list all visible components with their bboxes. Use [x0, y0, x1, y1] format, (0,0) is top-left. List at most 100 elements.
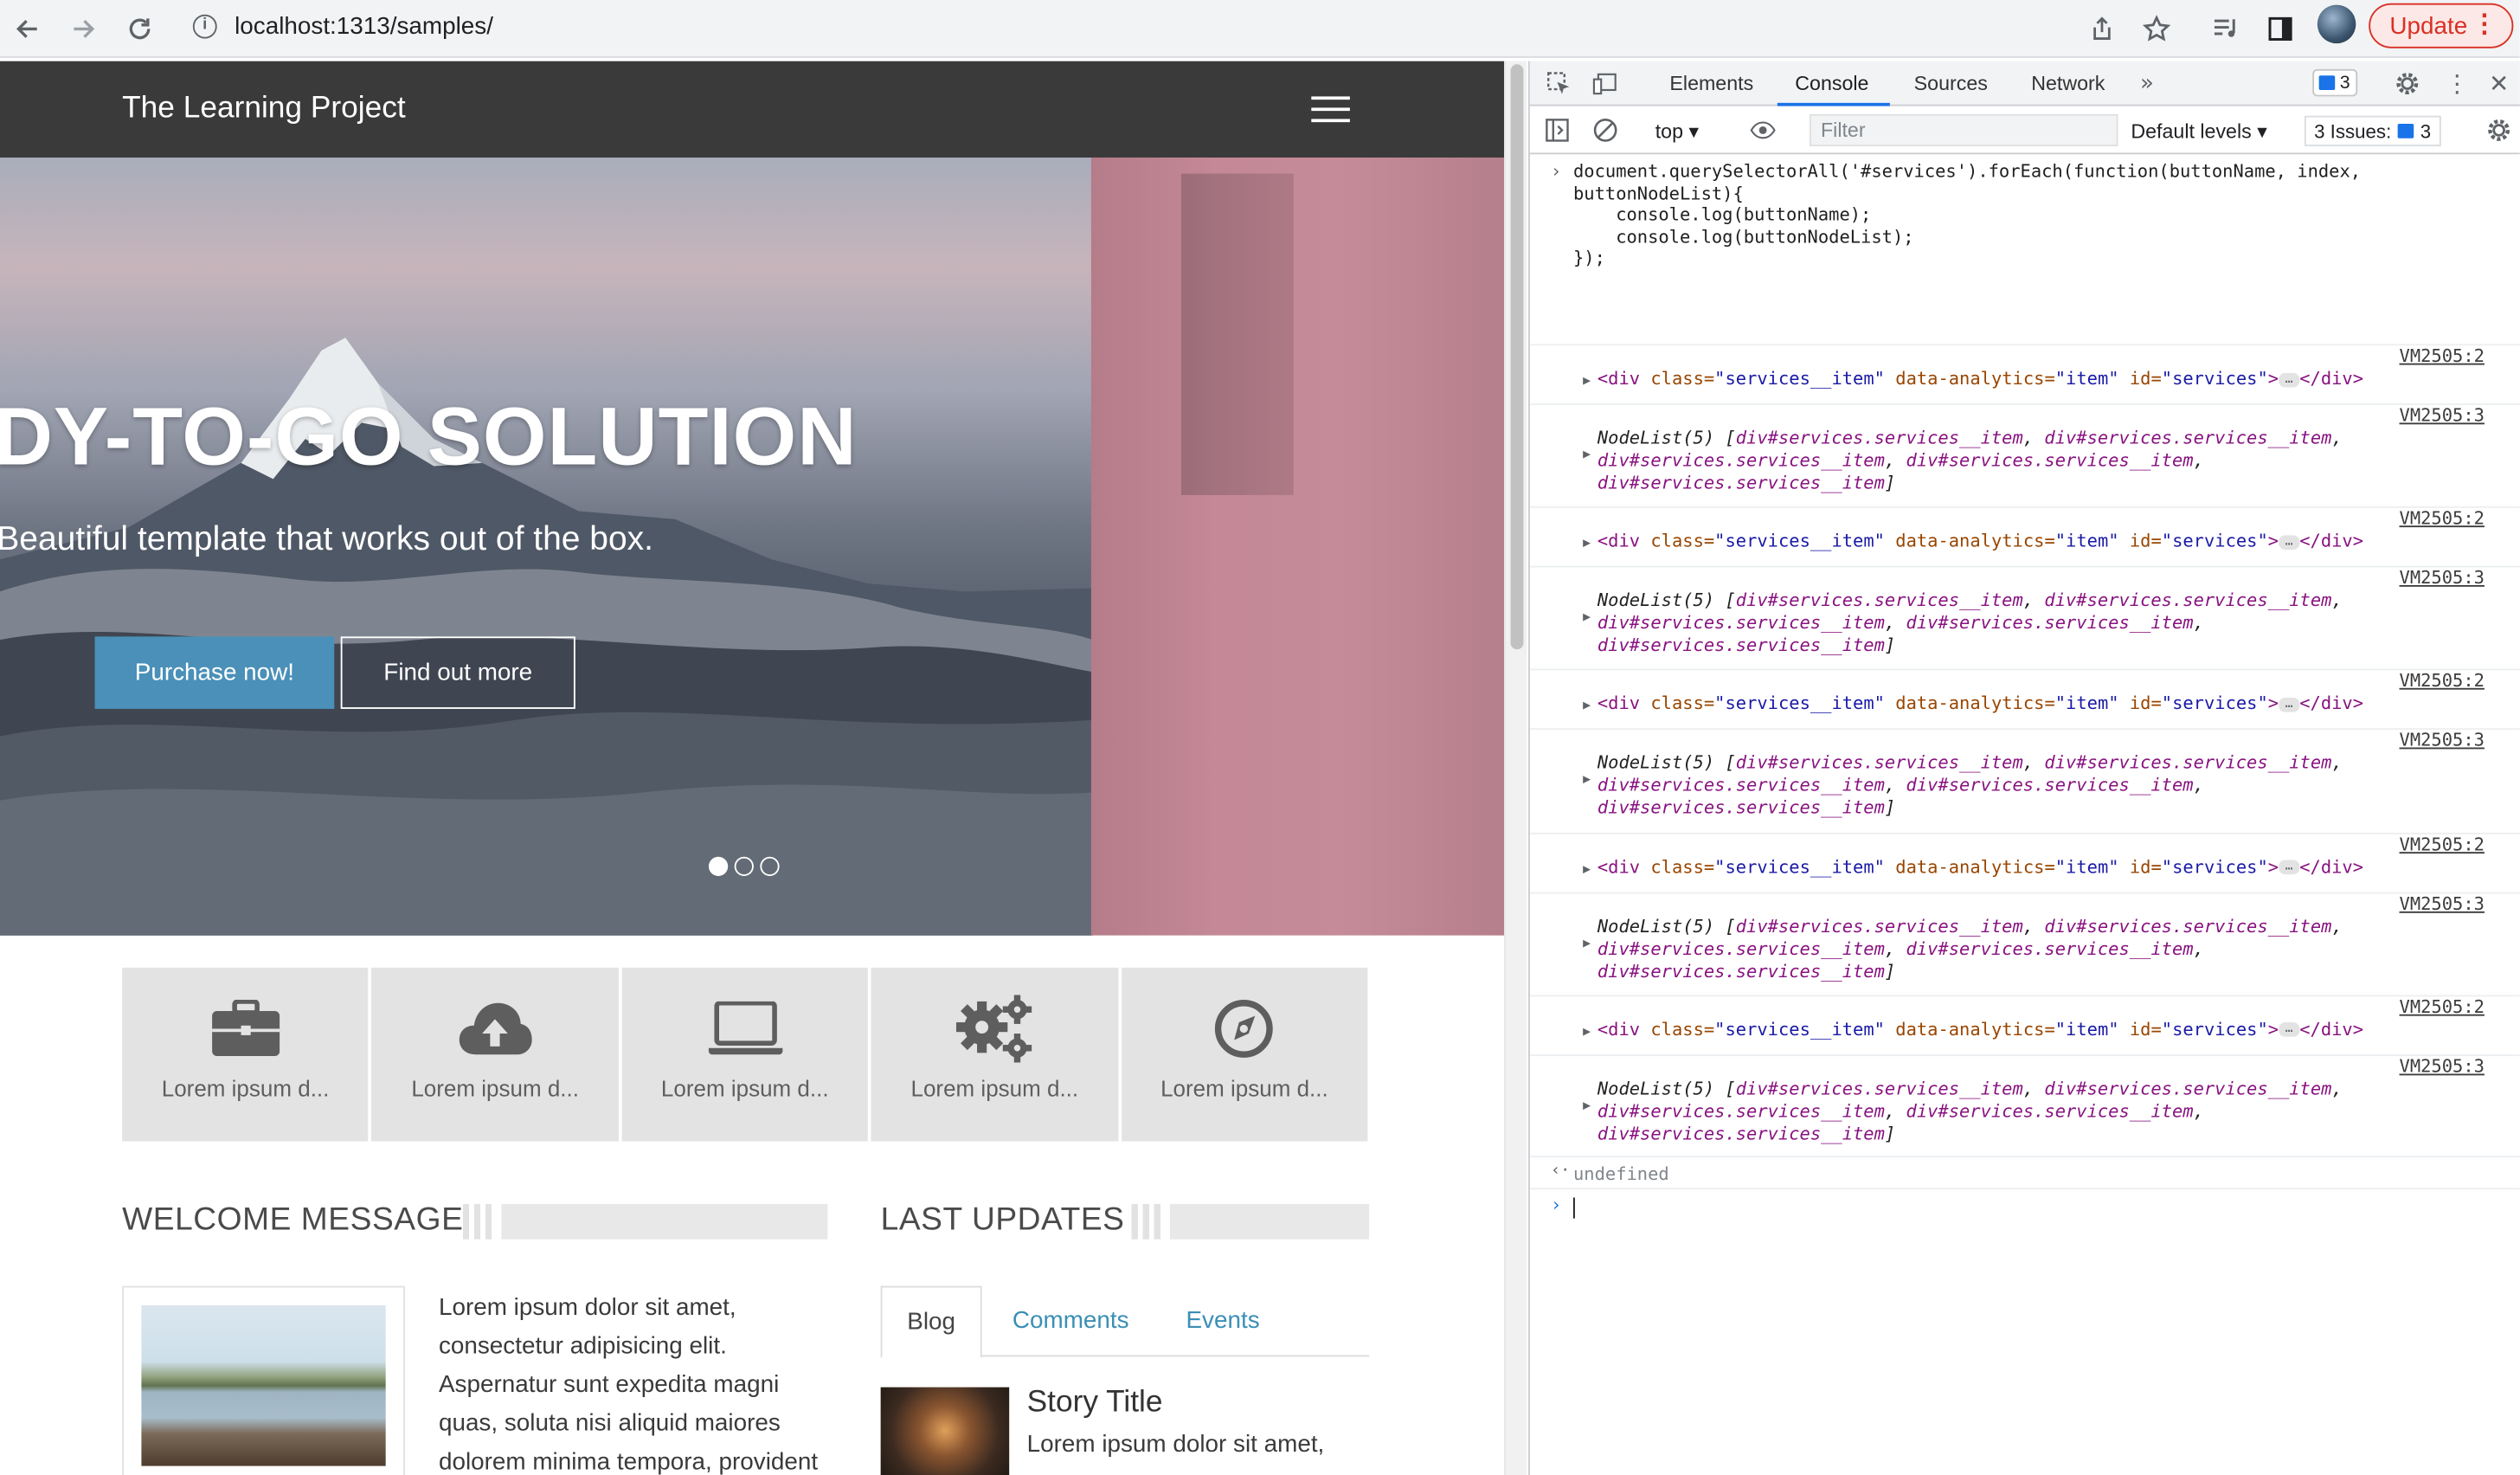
- nodelist-sep: ,: [2022, 427, 2045, 449]
- back-button[interactable]: [8, 10, 47, 48]
- collapsed-ellipsis-icon[interactable]: …: [2279, 371, 2300, 387]
- expand-triangle-icon[interactable]: ▶: [1583, 1098, 1591, 1112]
- more-vert-icon[interactable]: ⋮: [2444, 69, 2470, 98]
- messages-badge[interactable]: 3: [2312, 68, 2358, 97]
- logged-element[interactable]: <div class="services__item" data-analyti…: [1598, 693, 2363, 714]
- context-selector[interactable]: top ▾: [1655, 119, 1699, 143]
- logged-nodelist[interactable]: NodeList(5) [div#services.services__item…: [1598, 753, 2353, 821]
- log-source-link[interactable]: VM2505:2: [2400, 671, 2485, 692]
- service-item[interactable]: Lorem ipsum d...: [1121, 967, 1368, 1142]
- expand-triangle-icon[interactable]: ▶: [1583, 609, 1591, 624]
- log-levels-label: Default levels: [2131, 120, 2252, 144]
- issues-button[interactable]: 3 Issues: 3: [2304, 115, 2441, 146]
- log-source-link[interactable]: VM2505:2: [2400, 345, 2485, 366]
- nodelist-sep: ,: [1884, 449, 1906, 472]
- purchase-button[interactable]: Purchase now!: [94, 636, 335, 709]
- site-brand[interactable]: The Learning Project: [122, 92, 406, 127]
- expand-triangle-icon[interactable]: ▶: [1583, 861, 1591, 876]
- collapsed-ellipsis-icon[interactable]: …: [2279, 1022, 2300, 1038]
- expand-triangle-icon[interactable]: ▶: [1583, 772, 1591, 787]
- carousel-dot-3[interactable]: [760, 856, 780, 877]
- logged-nodelist[interactable]: NodeList(5) [div#services.services__item…: [1598, 916, 2353, 983]
- more-tabs-icon[interactable]: »: [2134, 71, 2160, 97]
- share-button[interactable]: [2083, 10, 2122, 48]
- live-expression-eye-icon[interactable]: [1750, 118, 1776, 144]
- page-scrollbar-thumb[interactable]: [1510, 64, 1524, 650]
- expand-triangle-icon[interactable]: ▶: [1583, 373, 1591, 388]
- log-source-link[interactable]: VM2505:3: [2400, 731, 2485, 751]
- nodelist-sep: ,: [2022, 752, 2045, 774]
- logged-nodelist[interactable]: NodeList(5) [div#services.services__item…: [1598, 428, 2353, 495]
- console-output[interactable]: › document.querySelectorAll('#services')…: [1529, 154, 2520, 1475]
- story-title[interactable]: Story Title: [1027, 1386, 1163, 1421]
- log-source-link[interactable]: VM2505:3: [2400, 568, 2485, 589]
- tab-network[interactable]: Network: [2031, 73, 2105, 95]
- tab-console[interactable]: Console: [1795, 73, 1868, 95]
- nodelist-end: ]: [1884, 1123, 1896, 1144]
- settings-gear-icon[interactable]: [2395, 71, 2420, 97]
- hamburger-menu-icon[interactable]: [1311, 96, 1350, 125]
- attr-name: class=: [1650, 693, 1715, 715]
- service-item[interactable]: Lorem ipsum d...: [621, 967, 869, 1142]
- service-item[interactable]: Lorem ipsum d...: [871, 967, 1118, 1142]
- collapsed-ellipsis-icon[interactable]: …: [2279, 697, 2300, 712]
- expand-triangle-icon[interactable]: ▶: [1583, 447, 1591, 461]
- log-source-link[interactable]: VM2505:2: [2400, 834, 2485, 854]
- site-info-icon[interactable]: i: [192, 14, 217, 39]
- console-filter-input[interactable]: Filter: [1809, 113, 2118, 146]
- inspect-element-icon[interactable]: [1546, 71, 1572, 97]
- log-source-link[interactable]: VM2505:3: [2400, 405, 2485, 426]
- log-source-link[interactable]: VM2505:2: [2400, 996, 2485, 1017]
- carousel-dot-2[interactable]: [734, 856, 754, 877]
- tab-events[interactable]: Events: [1186, 1307, 1259, 1335]
- close-icon[interactable]: ✕: [2486, 69, 2512, 98]
- logged-element[interactable]: <div class="services__item" data-analyti…: [1598, 531, 2363, 551]
- story-thumbnail[interactable]: [880, 1387, 1010, 1475]
- tab-comments[interactable]: Comments: [1012, 1307, 1129, 1335]
- console-input-code[interactable]: document.querySelectorAll('#services').f…: [1573, 161, 2361, 270]
- clear-console-icon[interactable]: [1592, 118, 1618, 144]
- expand-triangle-icon[interactable]: ▶: [1583, 536, 1591, 551]
- log-source-link[interactable]: VM2505:3: [2400, 1056, 2485, 1077]
- console-prompt-row[interactable]: ›: [1529, 1188, 2520, 1220]
- sidebar-toggle-icon[interactable]: [1545, 118, 1571, 144]
- service-item[interactable]: Lorem ipsum d...: [122, 967, 370, 1142]
- tab-blog[interactable]: Blog: [880, 1285, 982, 1359]
- logged-element[interactable]: <div class="services__item" data-analyti…: [1598, 368, 2363, 389]
- log-levels-dropdown[interactable]: Default levels ▾: [2131, 119, 2266, 143]
- collapsed-ellipsis-icon[interactable]: …: [2279, 860, 2300, 875]
- address-bar[interactable]: i localhost:1313/samples/: [177, 4, 2170, 50]
- expand-triangle-icon[interactable]: ▶: [1583, 1024, 1591, 1039]
- bookmark-button[interactable]: [2138, 10, 2176, 48]
- site-header: The Learning Project: [0, 61, 1505, 158]
- profile-avatar[interactable]: [2317, 4, 2356, 44]
- active-tab-indicator: [1777, 102, 1890, 106]
- expand-triangle-icon[interactable]: ▶: [1583, 699, 1591, 713]
- logged-nodelist[interactable]: NodeList(5) [div#services.services__item…: [1598, 1079, 2353, 1146]
- collapsed-ellipsis-icon[interactable]: …: [2279, 534, 2300, 550]
- text-caret: [1573, 1197, 1575, 1219]
- expand-triangle-icon[interactable]: ▶: [1583, 935, 1591, 950]
- page-scrollbar[interactable]: [1504, 61, 1527, 1475]
- update-button[interactable]: Update ⋮: [2369, 3, 2514, 48]
- logged-element[interactable]: <div class="services__item" data-analyti…: [1598, 1019, 2363, 1040]
- attr-name: id=: [2129, 1018, 2162, 1040]
- console-settings-gear-icon[interactable]: [2486, 118, 2512, 144]
- forward-button[interactable]: [64, 10, 103, 48]
- find-out-more-button[interactable]: Find out more: [340, 636, 575, 709]
- log-source-link[interactable]: VM2505:3: [2400, 893, 2485, 914]
- device-toolbar-icon[interactable]: [1592, 71, 1618, 97]
- media-button[interactable]: [2207, 10, 2246, 48]
- logged-nodelist[interactable]: NodeList(5) [div#services.services__item…: [1598, 590, 2353, 658]
- update-label: Update: [2389, 11, 2468, 40]
- tab-elements[interactable]: Elements: [1669, 73, 1753, 95]
- side-panel-button[interactable]: [2261, 10, 2300, 48]
- service-item[interactable]: Lorem ipsum d...: [371, 967, 619, 1142]
- devtools-panel: Elements Console Sources Network » 3 ⋮ ✕: [1528, 61, 2520, 1475]
- reload-button[interactable]: [120, 10, 159, 48]
- carousel-dot-1[interactable]: [708, 856, 729, 877]
- logged-element[interactable]: <div class="services__item" data-analyti…: [1598, 856, 2363, 877]
- log-source-link[interactable]: VM2505:2: [2400, 508, 2485, 529]
- tab-sources[interactable]: Sources: [1914, 73, 1988, 95]
- attr-name: class=: [1650, 368, 1715, 390]
